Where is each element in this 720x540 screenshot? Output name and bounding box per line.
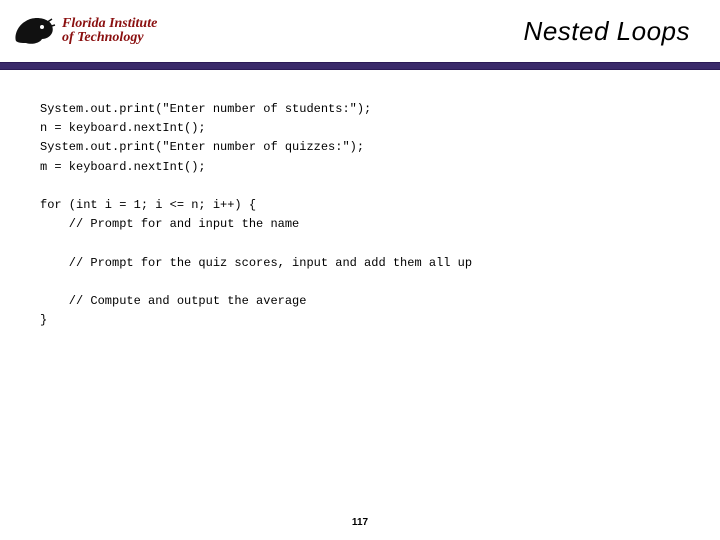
logo-line-2: of Technology <box>62 31 157 45</box>
logo-line-1: Florida Institute <box>62 17 157 31</box>
logo-text: Florida Institute of Technology <box>62 17 157 45</box>
header-divider <box>0 62 720 70</box>
panther-icon <box>12 13 56 49</box>
page-number: 117 <box>352 517 368 528</box>
slide-header: Florida Institute of Technology Nested L… <box>0 0 720 62</box>
code-block: System.out.print("Enter number of studen… <box>0 70 720 330</box>
slide-title: Nested Loops <box>524 16 690 47</box>
institution-logo: Florida Institute of Technology <box>12 13 157 49</box>
